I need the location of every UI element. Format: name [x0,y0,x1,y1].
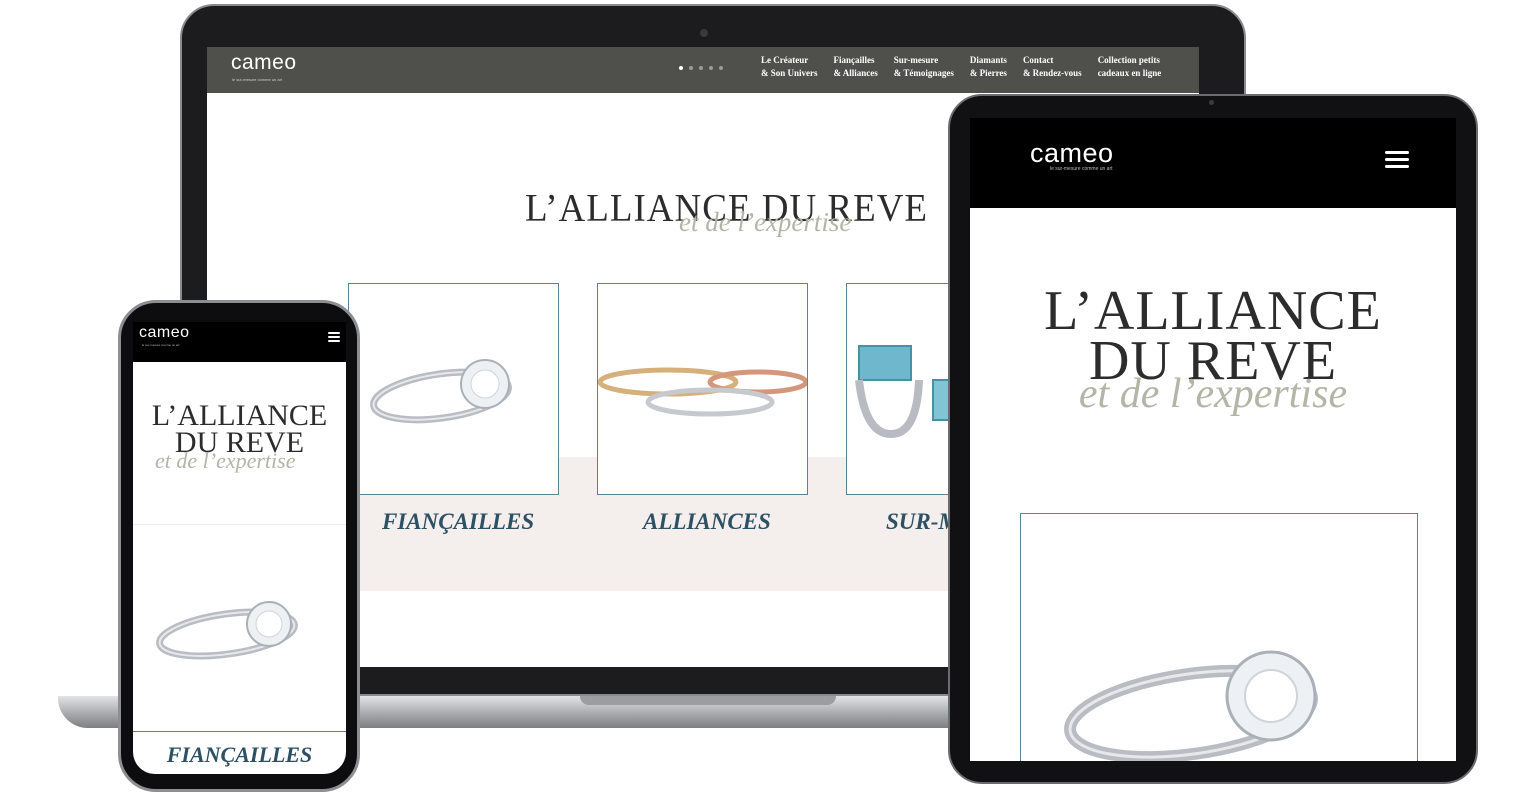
menu-item-line: & Pierres [969,68,1007,78]
slider-dot[interactable] [679,66,683,70]
cameo-logo[interactable]: cameo [1030,138,1114,169]
menu-item-line: & Rendez-vous [1022,68,1082,78]
tablet-camera [1209,100,1214,105]
slider-dot[interactable] [719,66,723,70]
slider-dot[interactable] [689,66,693,70]
menu-item-line: & Son Univers [761,68,818,78]
card-fiancailles[interactable] [133,572,346,732]
phone-screen: cameo le sur-mesure comme un art L’ALLIA… [133,322,346,774]
hero-subtitle: et de l’expertise [155,448,296,473]
laptop-camera [700,29,708,37]
menu-item-createur[interactable]: Le Créateur & Son Univers [761,54,818,80]
engagement-ring-image [156,601,298,660]
logo-tagline: le sur-mesure comme un art [142,343,180,347]
tablet-screen: cameo le sur-mesure comme un art L’ALLIA… [970,118,1456,761]
menu-item-contact[interactable]: Contact & Rendez-vous [1023,54,1082,80]
cameo-logo[interactable]: cameo [139,324,190,342]
slider-dots[interactable] [679,66,723,70]
phone-notch [184,304,294,322]
menu-icon-bar [1385,151,1409,154]
menu-item-line: Le Créateur [761,55,809,65]
menu-item-line: Collection petits [1097,55,1160,65]
hero-subtitle: et de l’expertise [1078,371,1348,417]
menu-item-line: & Témoignages [893,68,954,78]
menu-icon-bar [1385,158,1409,161]
category-label[interactable]: FIANÇAILLES [133,742,346,768]
logo-tagline: le sur-mesure comme un art [232,77,283,82]
menu-icon[interactable] [1385,151,1409,168]
card-fiancailles[interactable] [1020,513,1418,761]
menu-item-line: Contact [1022,55,1054,65]
cameo-logo[interactable]: cameo [231,51,297,75]
menu-item-fiancailles[interactable]: Fiançailles & Alliances [834,54,878,80]
menu-icon-bar [1385,165,1409,168]
menu-item-line: Fiançailles [833,55,875,65]
phone-header: cameo le sur-mesure comme un art [133,322,346,362]
desktop-main-menu: Le Créateur & Son Univers Fiançailles & … [761,54,1177,80]
menu-icon-bar [328,332,340,334]
card-alliances[interactable] [597,283,808,495]
menu-item-line: Sur-mesure [893,55,939,65]
card-fiancailles[interactable] [348,283,559,495]
menu-item-line: & Alliances [833,68,878,78]
engagement-ring-image [370,359,512,424]
menu-item-sur-mesure[interactable]: Sur-mesure & Témoignages [894,54,954,80]
tablet-header: cameo le sur-mesure comme un art [970,118,1456,208]
category-label[interactable]: ALLIANCES [643,509,771,535]
category-label[interactable]: FIANÇAILLES [382,509,534,535]
logo-tagline: le sur-mesure comme un art [1050,166,1113,172]
menu-item-line: Diamants [969,55,1007,65]
menu-item-diamants[interactable]: Diamants & Pierres [970,54,1007,80]
menu-icon-bar [328,340,340,342]
slider-dot[interactable] [709,66,713,70]
desktop-nav-bar: cameo le sur-mesure comme un art Le Créa… [207,47,1199,93]
menu-icon-bar [328,336,340,338]
section-divider [133,524,346,525]
hero-subtitle: et de l’expertise [679,207,852,237]
laptop-notch [580,696,836,705]
engagement-ring-image [1064,650,1318,761]
slider-dot[interactable] [699,66,703,70]
menu-item-collection[interactable]: Collection petits cadeaux en ligne [1098,54,1162,80]
wedding-bands-image [598,367,807,417]
menu-item-line: cadeaux en ligne [1097,68,1162,78]
menu-icon[interactable] [328,332,340,342]
